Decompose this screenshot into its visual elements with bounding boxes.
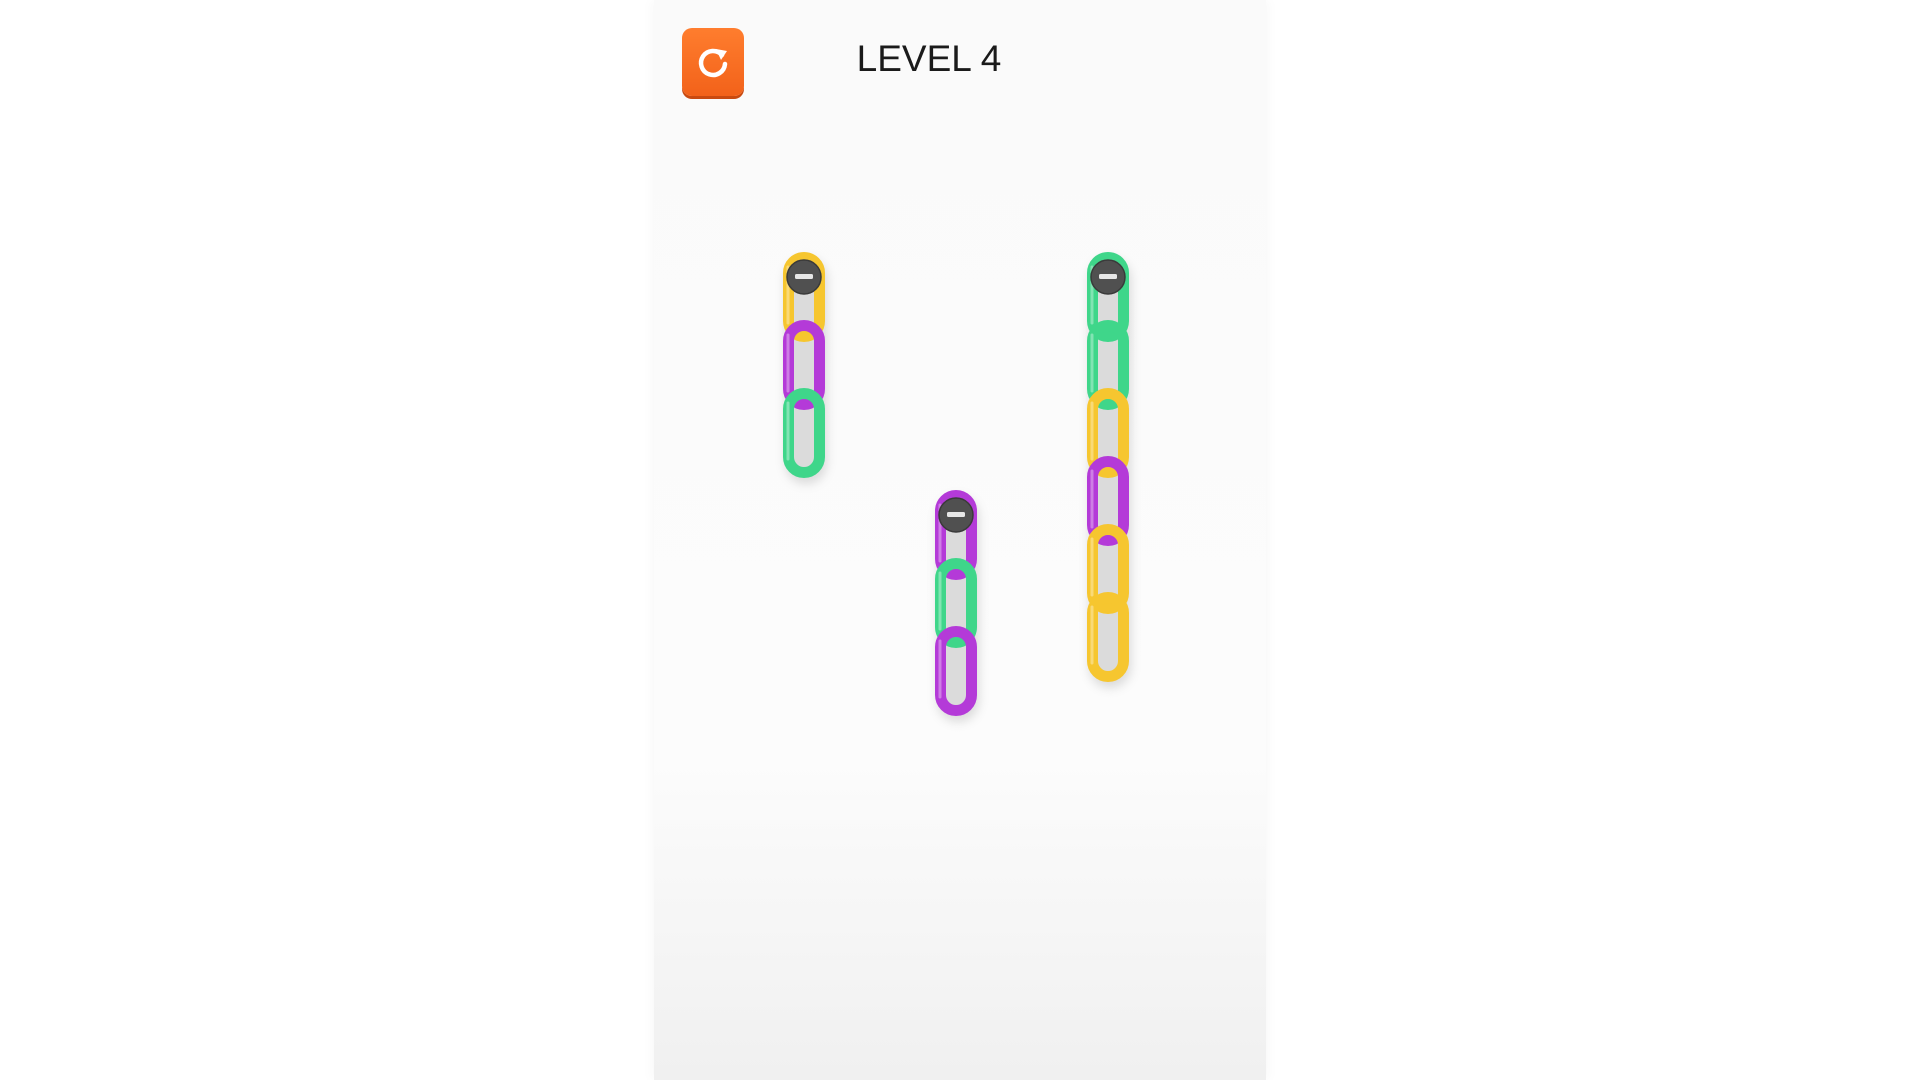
peg-slot <box>1099 274 1117 279</box>
chain-link-highlight <box>786 333 790 393</box>
chain-link-highlight <box>938 639 942 699</box>
chain-middle[interactable] <box>935 490 979 723</box>
game-panel: LEVEL 4 <box>654 0 1266 1080</box>
chain-link-highlight <box>1090 605 1094 665</box>
peg-slot <box>795 274 813 279</box>
chain-left[interactable] <box>783 252 827 485</box>
chain-link-highlight <box>938 571 942 631</box>
game-screen: LEVEL 4 <box>0 0 1920 1080</box>
peg-slot <box>947 512 965 517</box>
chain-link-highlight <box>1090 333 1094 393</box>
chain-link-highlight <box>786 401 790 461</box>
chain-board <box>783 252 1131 723</box>
chain-right[interactable] <box>1087 252 1131 689</box>
chain-link-highlight <box>1090 537 1094 597</box>
chain-link-highlight <box>1090 401 1094 461</box>
chain-link-highlight <box>1090 469 1094 529</box>
